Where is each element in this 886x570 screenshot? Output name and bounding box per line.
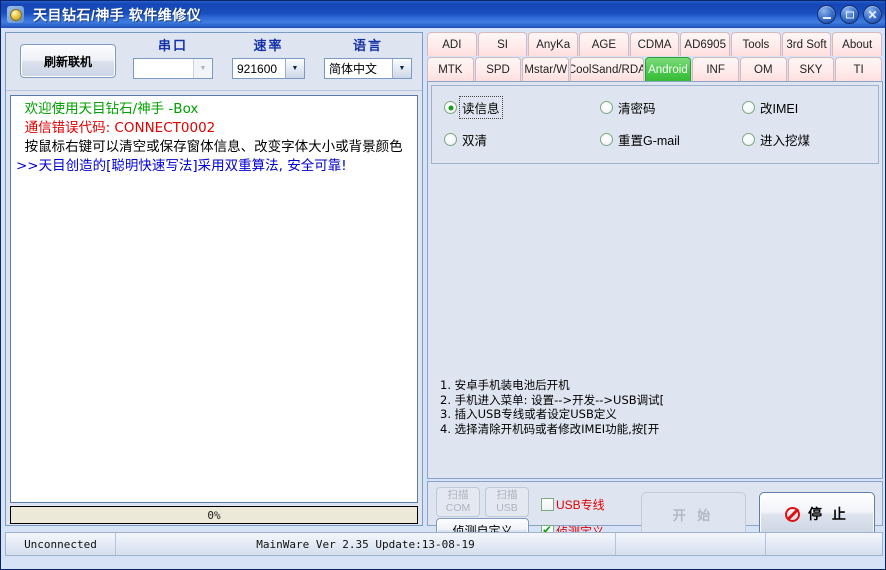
baud-rate-select[interactable]: 921600 ▼ — [232, 58, 305, 79]
stop-button[interactable]: 停 止 — [759, 492, 875, 536]
radio-double-wipe[interactable]: 双清 — [444, 129, 489, 150]
language-select[interactable]: 简体中文 ▼ — [324, 58, 412, 79]
status-connection: Unconnected — [6, 533, 116, 555]
tab-inf[interactable]: INF — [692, 57, 739, 81]
radio-dot-icon — [742, 133, 755, 146]
radio-dot-icon — [600, 133, 613, 146]
tab-sky[interactable]: SKY — [787, 57, 835, 81]
right-panel: ADI SI AnyKa AGE CDMA AD6905 Tools 3rd S… — [427, 32, 883, 542]
tab-ti[interactable]: TI — [835, 57, 882, 81]
serial-port-label: 串口 — [157, 38, 188, 53]
field-serial-port: 串口 ▼ — [133, 37, 213, 79]
close-icon[interactable]: ✕ — [863, 5, 882, 24]
checkbox-usb-line[interactable]: USB专线 — [541, 496, 605, 513]
tab-spd[interactable]: SPD — [474, 57, 522, 81]
tab-mtk[interactable]: MTK — [427, 57, 474, 81]
status-cell-3 — [616, 533, 766, 555]
baud-rate-value: 921600 — [237, 61, 278, 76]
window-title: 天目钻石/神手 软件维修仪 — [33, 7, 202, 23]
baud-rate-label: 速率 — [253, 38, 284, 53]
tab-row-2: MTK SPD Mstar/W CoolSand/RDA Android INF… — [427, 57, 883, 81]
application-window: 天目钻石/神手 软件维修仪 ✕ 刷新联机 串口 ▼ 速率 921600 ▼ 语言… — [0, 0, 886, 570]
radio-read-info[interactable]: 读信息 — [444, 96, 503, 119]
instruction-line: 1. 安卓手机装电池后开机 — [440, 378, 570, 392]
log-line: 通信错误代码: CONNECT0002 — [16, 120, 216, 136]
checkbox-label: USB专线 — [556, 498, 605, 512]
scan-com-button[interactable]: 扫描 COM — [436, 487, 480, 517]
instructions: 1. 安卓手机装电池后开机 2. 手机进入菜单: 设置-->开发-->USB调试… — [440, 378, 872, 436]
scan-com-line2: COM — [445, 502, 471, 514]
status-cell-4 — [766, 533, 882, 555]
app-globe-icon — [7, 6, 24, 23]
log-line: 欢迎使用天目钻石/神手 -Box — [16, 101, 199, 117]
tab-coolsand-rda[interactable]: CoolSand/RDA — [570, 57, 644, 81]
tab-3rd-soft[interactable]: 3rd Soft — [781, 32, 832, 56]
tab-cdma[interactable]: CDMA — [629, 32, 680, 56]
instruction-line: 2. 手机进入菜单: 设置-->开发-->USB调试[ — [440, 392, 665, 407]
radio-dot-icon — [444, 101, 457, 114]
tab-strip: ADI SI AnyKa AGE CDMA AD6905 Tools 3rd S… — [427, 32, 883, 81]
scan-com-line1: 扫描 — [447, 489, 469, 501]
language-label: 语言 — [352, 38, 383, 53]
left-panel: 刷新联机 串口 ▼ 速率 921600 ▼ 语言 简体中文 ▼ 欢迎使用天目钻石… — [5, 32, 423, 526]
tab-about[interactable]: About — [832, 32, 883, 56]
radio-label: 重置G-mail — [618, 134, 680, 148]
radio-label: 改IMEI — [760, 102, 799, 116]
window-controls: ✕ — [817, 5, 882, 24]
field-language: 语言 简体中文 ▼ — [324, 37, 412, 79]
scan-usb-line2: USB — [496, 502, 518, 514]
stop-label: 停 止 — [808, 506, 849, 522]
radio-clear-password[interactable]: 清密码 — [600, 97, 658, 118]
scan-usb-button[interactable]: 扫描 USB — [485, 487, 529, 517]
tab-panel-android: 读信息 清密码 改IMEI 双清 重置G-mail 进入挖煤 1. 安卓手机装电… — [427, 81, 883, 479]
tab-anyka[interactable]: AnyKa — [528, 32, 579, 56]
chevron-down-icon: ▼ — [193, 59, 212, 78]
log-line: >>天目创造的[聪明快速写法]采用双重算法, 安全可靠! — [16, 158, 347, 174]
radio-dot-icon — [600, 101, 613, 114]
radio-label: 双清 — [462, 134, 488, 148]
radio-change-imei[interactable]: 改IMEI — [742, 97, 800, 118]
scan-usb-line1: 扫描 — [496, 489, 518, 501]
tab-tools[interactable]: Tools — [731, 32, 781, 56]
chevron-down-icon: ▼ — [285, 59, 304, 78]
radio-label: 读信息 — [459, 96, 503, 119]
refresh-connection-button[interactable]: 刷新联机 — [20, 44, 116, 78]
log-output[interactable]: 欢迎使用天目钻石/神手 -Box 通信错误代码: CONNECT0002 按鼠标… — [10, 95, 418, 503]
checkbox-box-icon — [541, 498, 554, 511]
start-button[interactable]: 开 始 — [641, 492, 746, 536]
language-value: 简体中文 — [329, 62, 378, 76]
status-bar: Unconnected MainWare Ver 2.35 Update:13-… — [5, 532, 883, 556]
prohibition-icon — [785, 506, 801, 522]
options-group: 读信息 清密码 改IMEI 双清 重置G-mail 进入挖煤 — [431, 85, 879, 164]
progress-label: 0% — [207, 508, 221, 522]
instruction-line: 4. 选择清除开机码或者修改IMEI功能,按[开 — [440, 421, 660, 436]
title-bar: 天目钻石/神手 软件维修仪 ✕ — [1, 1, 885, 28]
instruction-line: 3. 插入USB专线或者设定USB定义 — [440, 407, 617, 421]
progress-bar: 0% — [10, 506, 418, 524]
radio-enter-mining[interactable]: 进入挖煤 — [742, 129, 812, 150]
serial-port-select[interactable]: ▼ — [133, 58, 213, 79]
log-line: 按鼠标右键可以清空或保存窗体信息、改变字体大小或背景颜色 — [16, 139, 403, 155]
toolbar: 刷新联机 串口 ▼ 速率 921600 ▼ 语言 简体中文 ▼ — [6, 33, 422, 91]
radio-dot-icon — [444, 133, 457, 146]
radio-dot-icon — [742, 101, 755, 114]
tab-ad6905[interactable]: AD6905 — [680, 32, 731, 56]
chevron-down-icon: ▼ — [392, 59, 411, 78]
tab-om[interactable]: OM — [739, 57, 787, 81]
action-bar: 扫描 COM 扫描 USB 侦测自定义 USB专线 侦测定义 开 始 停 止 — [427, 481, 883, 542]
tab-age[interactable]: AGE — [579, 32, 629, 56]
field-baud-rate: 速率 921600 ▼ — [232, 37, 305, 79]
radio-reset-gmail[interactable]: 重置G-mail — [600, 129, 682, 150]
minimize-icon[interactable] — [817, 5, 836, 24]
radio-label: 进入挖煤 — [760, 134, 811, 148]
radio-label: 清密码 — [618, 102, 656, 116]
tab-android[interactable]: Android — [644, 57, 692, 81]
tab-mstar-w[interactable]: Mstar/W — [522, 57, 570, 81]
maximize-icon[interactable] — [840, 5, 859, 24]
status-version: MainWare Ver 2.35 Update:13-08-19 — [116, 533, 616, 555]
tab-adi[interactable]: ADI — [427, 32, 477, 56]
tab-si[interactable]: SI — [477, 32, 528, 56]
tab-row-1: ADI SI AnyKa AGE CDMA AD6905 Tools 3rd S… — [427, 32, 883, 56]
